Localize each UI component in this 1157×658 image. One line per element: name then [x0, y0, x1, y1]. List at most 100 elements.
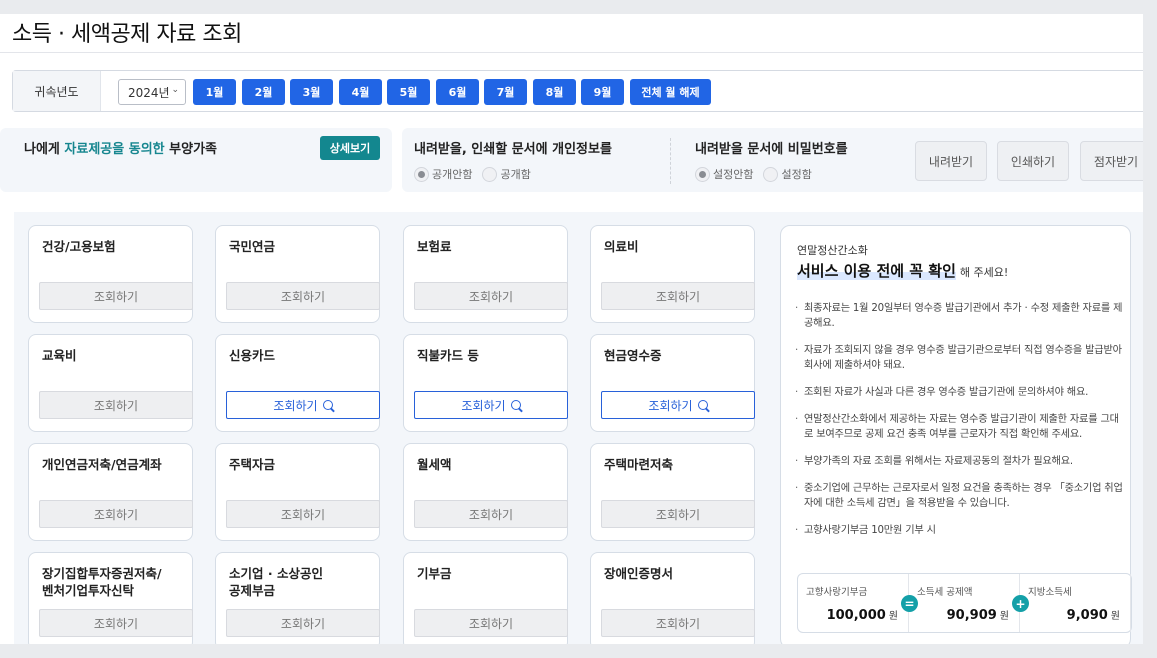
category-card: 소기업 · 소상공인 공제부금조회하기 — [215, 552, 380, 644]
password-heading: 내려받을 문서에 비밀번호를 — [695, 142, 848, 157]
lookup-button-label: 조회하기 — [93, 616, 139, 631]
lookup-button[interactable]: 조회하기 — [226, 282, 380, 310]
category-card: 개인연금저축/연금계좌 조회하기 — [28, 443, 193, 541]
notice-item: 연말정산간소화에서 제공하는 자료는 영수증 발급기관이 제출한 자료를 그대로… — [795, 412, 1125, 442]
dependent-consent-panel: 나에게 자료제공을 동의한 부양가족 상세보기 — [0, 128, 392, 192]
lookup-button[interactable]: 조회하기 — [39, 609, 193, 637]
download-button[interactable]: 내려받기 — [915, 141, 987, 181]
notice-item: 최종자료는 1월 20일부터 영수증 발급기관에서 추가 · 수정 제출한 자료… — [795, 301, 1125, 331]
radio-show-personal-info[interactable]: 공개함 — [482, 166, 531, 182]
lookup-button[interactable]: 조회하기 — [601, 282, 755, 310]
lookup-button-label: 조회하기 — [93, 398, 139, 413]
category-name: 장기집합투자증권저축/ 벤처기업투자신탁 — [42, 566, 162, 598]
search-icon — [510, 400, 521, 410]
radio-checked-icon — [414, 166, 429, 182]
notice-heading: 서비스 이용 전에 꼭 확인 해 주세요! — [797, 262, 1009, 280]
lookup-button-label: 조회하기 — [461, 398, 506, 413]
braille-button[interactable]: 점자받기 — [1080, 141, 1143, 181]
options-divider — [670, 138, 671, 184]
category-card: 직불카드 등조회하기 — [403, 334, 568, 432]
month-button-5[interactable]: 5월 — [387, 79, 430, 105]
lookup-button-label: 조회하기 — [280, 616, 326, 631]
category-name: 장애인증명서 — [604, 566, 674, 581]
lookup-button[interactable]: 조회하기 — [39, 391, 193, 419]
category-card: 주택자금조회하기 — [215, 443, 380, 541]
equals-icon: = — [901, 595, 918, 612]
lookup-button-label: 조회하기 — [655, 289, 701, 304]
clear-all-months-button[interactable]: 전체 월 해제 — [630, 79, 711, 105]
category-name: 국민연금 — [229, 239, 276, 254]
lookup-button[interactable]: 조회하기 — [226, 500, 380, 528]
month-button-3[interactable]: 3월 — [290, 79, 333, 105]
notice-panel: 연말정산간소화 서비스 이용 전에 꼭 확인해 주세요! 최종자료는 1월 20… — [780, 225, 1132, 644]
notice-item: 부양가족의 자료 조회를 위해서는 자료제공동의 절차가 필요해요. — [795, 454, 1125, 469]
lookup-button-label: 조회하기 — [468, 507, 514, 522]
year-filter-bar: 귀속년도 2024년 ⌄ 1월 2월 3월 4월 5월 6월 7월 8월 9월 … — [12, 70, 1143, 112]
radio-unchecked-icon — [482, 166, 498, 182]
category-card: 기부금 조회하기 — [403, 552, 568, 644]
plus-icon: + — [1012, 595, 1029, 612]
radio-unchecked-icon — [763, 166, 779, 182]
category-name: 직불카드 등 — [417, 348, 479, 363]
category-card: 현금영수증조회하기 — [590, 334, 755, 432]
lookup-button[interactable]: 조회하기 — [601, 391, 755, 419]
lookup-button[interactable]: 조회하기 — [226, 609, 380, 637]
category-card: 장기집합투자증권저축/ 벤처기업투자신탁조회하기 — [28, 552, 193, 644]
lookup-button[interactable]: 조회하기 — [39, 282, 193, 310]
lookup-button[interactable]: 조회하기 — [226, 391, 380, 419]
category-card: 보험료 조회하기 — [403, 225, 568, 323]
lookup-button-label: 조회하기 — [468, 616, 514, 631]
local-income-tax: 지방소득세 9,090 원 — [1020, 574, 1131, 632]
category-card: 국민연금조회하기 — [215, 225, 380, 323]
category-card: 장애인증명서조회하기 — [590, 552, 755, 644]
category-name: 월세액 — [417, 457, 452, 472]
print-button[interactable]: 인쇄하기 — [997, 141, 1069, 181]
notice-list: 최종자료는 1월 20일부터 영수증 발급기관에서 추가 · 수정 제출한 자료… — [795, 301, 1125, 550]
month-button-4[interactable]: 4월 — [339, 79, 382, 105]
month-button-8[interactable]: 8월 — [533, 79, 576, 105]
lookup-button-label: 조회하기 — [468, 289, 514, 304]
notice-item: 조회된 자료가 사실과 다른 경우 영수증 발급기관에 문의하셔야 해요. — [795, 385, 1125, 400]
lookup-button-label: 조회하기 — [655, 507, 701, 522]
month-button-6[interactable]: 6월 — [436, 79, 479, 105]
lookup-button[interactable]: 조회하기 — [414, 609, 568, 637]
lookup-button[interactable]: 조회하기 — [414, 391, 568, 419]
personal-info-option-group: 내려받을, 인쇄할 문서에 개인정보를 공개안함 공개함 — [414, 138, 612, 182]
category-name: 주택마련저축 — [604, 457, 674, 472]
month-button-7[interactable]: 7월 — [484, 79, 527, 105]
income-tax-deduction: 소득세 공제액 90,909 원 — [909, 574, 1020, 632]
lookup-button-label: 조회하기 — [648, 398, 693, 413]
month-button-2[interactable]: 2월 — [242, 79, 285, 105]
privacy-options-panel: 내려받을, 인쇄할 문서에 개인정보를 공개안함 공개함 내려받을 문서에 비밀… — [402, 128, 1143, 192]
chevron-down-icon: ⌄ — [171, 85, 179, 95]
lookup-button[interactable]: 조회하기 — [601, 500, 755, 528]
month-button-1[interactable]: 1월 — [193, 79, 236, 105]
search-icon — [697, 400, 708, 410]
category-card: 건강/고용보험 조회하기 — [28, 225, 193, 323]
lookup-button-label: 조회하기 — [93, 507, 139, 522]
lookup-button[interactable]: 조회하기 — [39, 500, 193, 528]
category-name: 현금영수증 — [604, 348, 662, 363]
radio-set-password[interactable]: 설정함 — [763, 166, 812, 182]
radio-hide-personal-info[interactable]: 공개안함 — [414, 166, 472, 182]
year-select[interactable]: 2024년 ⌄ — [118, 79, 186, 105]
month-button-9[interactable]: 9월 — [581, 79, 624, 105]
category-name: 신용카드 — [229, 348, 276, 363]
radio-no-password[interactable]: 설정안함 — [695, 166, 753, 182]
password-option-group: 내려받을 문서에 비밀번호를 설정안함 설정함 — [695, 138, 848, 182]
donation-amount: 고향사랑기부금 100,000 원 — [798, 574, 909, 632]
consent-text: 나에게 자료제공을 동의한 부양가족 — [24, 142, 217, 157]
category-card: 주택마련저축조회하기 — [590, 443, 755, 541]
category-name: 의료비 — [604, 239, 639, 254]
personal-info-heading: 내려받을, 인쇄할 문서에 개인정보를 — [414, 142, 612, 157]
lookup-button[interactable]: 조회하기 — [601, 609, 755, 637]
category-name: 소기업 · 소상공인 공제부금 — [229, 566, 323, 598]
title-divider — [0, 52, 1143, 53]
notice-item: 중소기업에 근무하는 근로자로서 일정 요건을 충족하는 경우 「중소기업 취업… — [795, 481, 1125, 511]
detail-view-button[interactable]: 상세보기 — [320, 136, 380, 160]
category-name: 주택자금 — [229, 457, 276, 472]
lookup-button[interactable]: 조회하기 — [414, 282, 568, 310]
deduction-category-grid: 건강/고용보험 조회하기 국민연금 조회하기 보험료 조회하기 의료비 조회하기 교육비 조회하기… — [14, 212, 1143, 644]
lookup-button[interactable]: 조회하기 — [414, 500, 568, 528]
main-page: 소득 · 세액공제 자료 조회 귀속년도 2024년 ⌄ 1월 2월 3월 4월… — [0, 14, 1143, 644]
